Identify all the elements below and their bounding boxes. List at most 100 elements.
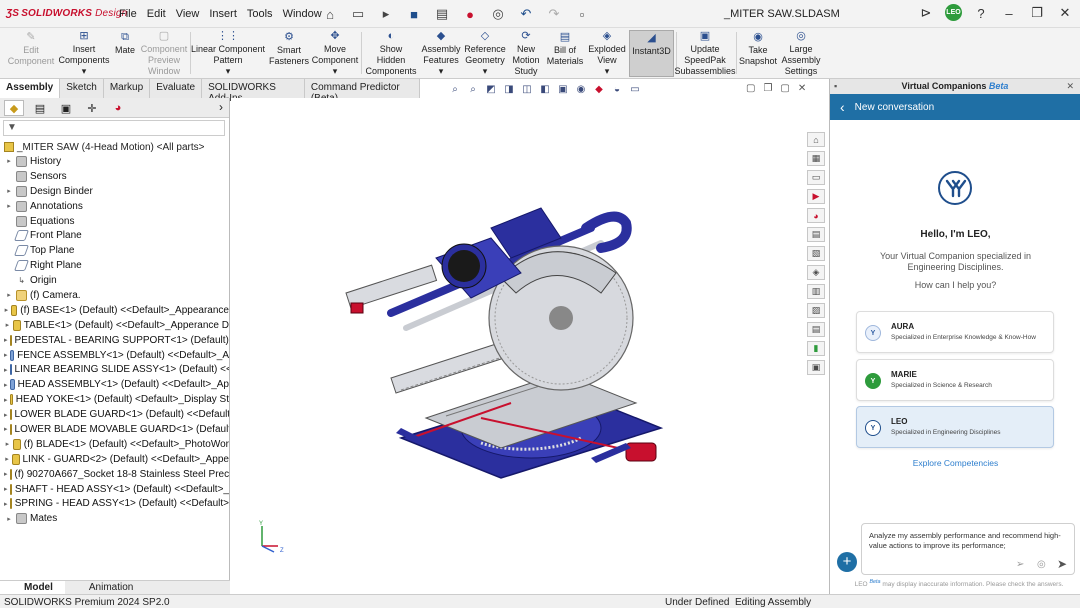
scene-icon[interactable]: ◒ xyxy=(610,82,624,96)
zoom-area-icon[interactable]: ⌕ xyxy=(466,82,480,96)
expand-arrow-icon[interactable]: ▸ xyxy=(4,411,8,419)
tree-item[interactable]: ▸ LINEAR BEARING SLIDE ASSY<1> (Default) … xyxy=(0,362,229,377)
search-commands-icon[interactable]: ⊳ xyxy=(917,4,935,22)
expand-arrow-icon[interactable]: ▸ xyxy=(4,366,8,374)
zoom-to-fit-icon[interactable]: ⌕ xyxy=(448,82,462,96)
ribbon-button-large-asm[interactable]: ◎ Large Assembly Settings xyxy=(781,30,821,77)
previous-view-icon[interactable]: ◩ xyxy=(484,82,498,96)
view-settings-icon[interactable]: ▭ xyxy=(628,82,642,96)
tree-item[interactable]: ▸ SHAFT - HEAD ASSY<1> (Default) <<Defaul… xyxy=(0,482,229,497)
options-icon[interactable]: ▫ xyxy=(572,4,592,24)
view-palette-icon[interactable]: ▶ xyxy=(807,189,825,204)
undo-icon[interactable]: ↶ xyxy=(516,4,536,24)
tree-item[interactable]: ▸ Annotations xyxy=(0,199,229,214)
notes-icon[interactable]: ▤ xyxy=(807,322,825,337)
tree-item[interactable]: ▸ (f) Camera. xyxy=(0,288,229,303)
expand-arrow-icon[interactable]: ▸ xyxy=(4,321,11,329)
expand-arrow-icon[interactable]: ▸ xyxy=(4,336,8,344)
custom-properties-icon[interactable]: ▤ xyxy=(807,227,825,242)
tab-model[interactable]: Model xyxy=(0,581,65,594)
hide-show-icon[interactable]: ◉ xyxy=(574,82,588,96)
paper-plane-icon[interactable]: ➢ xyxy=(1016,559,1024,570)
ribbon-button-exploded[interactable]: ◈ Exploded View ▾ xyxy=(587,30,627,77)
new-document-icon[interactable]: ▭ xyxy=(348,4,368,24)
expand-arrow-icon[interactable]: ▸ xyxy=(4,202,14,210)
view-orientation-icon[interactable]: ◧ xyxy=(538,82,552,96)
tab-evaluate[interactable]: Evaluate xyxy=(150,79,203,98)
tree-item[interactable]: ▸ HEAD YOKE<1> (Default) <Default>_Displa… xyxy=(0,392,229,407)
tree-item[interactable]: ▸ TABLE<1> (Default) <<Default>_Apperance… xyxy=(0,318,229,333)
forum-icon[interactable]: ▧ xyxy=(807,246,825,261)
ribbon-button-show[interactable]: ◐ Show Hidden Components xyxy=(365,30,417,77)
tab-animation[interactable]: Animation xyxy=(65,581,145,594)
expand-arrow-icon[interactable]: ▸ xyxy=(4,455,10,463)
tree-item[interactable]: ▸ Design Binder xyxy=(0,184,229,199)
ribbon-button-motion[interactable]: ⟳ New Motion Study xyxy=(510,30,542,77)
tree-root[interactable]: _MITER SAW (4-Head Motion) <All parts> xyxy=(0,138,229,154)
panel-menu-icon[interactable]: ▪ xyxy=(834,79,837,94)
chevron-right-icon[interactable]: › xyxy=(219,100,223,114)
expand-arrow-icon[interactable]: ▸ xyxy=(4,485,8,493)
menu-file[interactable]: File xyxy=(119,8,137,20)
send-icon[interactable]: ➤ xyxy=(1057,557,1067,571)
section-view-icon[interactable]: ◨ xyxy=(502,82,516,96)
settings-panel-icon[interactable]: ▣ xyxy=(807,360,825,375)
explore-competencies-link[interactable]: Explore Competencies xyxy=(830,458,1080,468)
tab-markup[interactable]: Markup xyxy=(104,79,151,98)
ribbon-button-snapshot[interactable]: ◉ Take Snapshot xyxy=(738,30,778,77)
rebuild-icon[interactable]: ● xyxy=(460,4,480,24)
ribbon-button-preview[interactable]: ▢ Component Preview Window xyxy=(140,30,188,77)
expand-arrow-icon[interactable]: ▸ xyxy=(4,187,14,195)
dynamic-annotation-icon[interactable]: ◫ xyxy=(520,82,534,96)
tree-item[interactable]: Right Plane xyxy=(0,258,229,273)
toolbox-icon[interactable]: ▨ xyxy=(807,303,825,318)
expand-arrow-icon[interactable]: ▸ xyxy=(4,396,8,404)
menu-tools[interactable]: Tools xyxy=(247,8,273,20)
file-explorer-icon[interactable]: ▭ xyxy=(807,170,825,185)
home-icon[interactable]: ⌂ xyxy=(320,4,340,24)
tab-assembly[interactable]: Assembly xyxy=(0,79,61,98)
property-manager-tab-icon[interactable]: ▤ xyxy=(30,100,50,116)
marketplace-icon[interactable]: ▥ xyxy=(807,284,825,299)
display-manager-tab-icon[interactable]: ◕ xyxy=(108,100,128,116)
feature-manager-tab-icon[interactable]: ◆ xyxy=(4,100,24,116)
menu-view[interactable]: View xyxy=(176,8,200,20)
tree-item[interactable]: Sensors xyxy=(0,169,229,184)
tree-item[interactable]: ▸ SPRING - HEAD ASSY<1> (Default) <<Defau… xyxy=(0,496,229,511)
minimize-icon[interactable]: – xyxy=(1000,4,1018,22)
help-icon[interactable]: ? xyxy=(972,4,990,22)
close-icon[interactable]: ✕ xyxy=(1056,4,1074,22)
expand-arrow-icon[interactable]: ▸ xyxy=(4,425,8,433)
microphone-icon[interactable]: ◎ xyxy=(1037,559,1046,570)
tree-item[interactable]: ▸ FENCE ASSEMBLY<1> (Default) <<Default>_… xyxy=(0,348,229,363)
expand-arrow-icon[interactable]: ▸ xyxy=(4,500,8,508)
companion-card-aura[interactable]: Y AURA Specialized in Enterprise Knowled… xyxy=(856,311,1054,353)
tile-icon[interactable]: ▢ xyxy=(746,83,755,94)
graphics-viewport[interactable] xyxy=(231,98,807,594)
tree-item[interactable]: ▸ History xyxy=(0,154,229,169)
select-icon[interactable]: ◎ xyxy=(488,4,508,24)
add-attachment-button[interactable]: + xyxy=(837,552,857,572)
tree-item[interactable]: Front Plane xyxy=(0,228,229,243)
companions-icon[interactable]: ▮ xyxy=(807,341,825,356)
ribbon-button-instant3d[interactable]: ◢ Instant3D xyxy=(629,30,674,77)
tree-item[interactable]: ▸ LINK - GUARD<2> (Default) <<Default>_Ap… xyxy=(0,452,229,467)
expand-arrow-icon[interactable]: ▸ xyxy=(4,381,8,389)
tree-item[interactable]: ▸ PEDESTAL - BEARING SUPPORT<1> (Default)… xyxy=(0,333,229,348)
tree-item[interactable]: ↳ Origin xyxy=(0,273,229,288)
tree-item[interactable]: ▸ (f) BLADE<1> (Default) <<Default>_Photo… xyxy=(0,437,229,452)
redo-icon[interactable]: ↷ xyxy=(544,4,564,24)
close-viewport-icon[interactable]: ✕ xyxy=(798,83,806,94)
tree-item[interactable]: Equations xyxy=(0,214,229,229)
3dexperience-icon[interactable]: ◈ xyxy=(807,265,825,280)
print-icon[interactable]: ▤ xyxy=(432,4,452,24)
configuration-manager-tab-icon[interactable]: ▣ xyxy=(56,100,76,116)
menu-insert[interactable]: Insert xyxy=(209,8,237,20)
design-library-icon[interactable]: ▦ xyxy=(807,151,825,166)
tree-item[interactable]: ▸ (f) 90270A667_Socket 18-8 Stainless Ste… xyxy=(0,467,229,482)
ribbon-button-mate[interactable]: ⧉ Mate xyxy=(113,30,137,77)
chat-input[interactable]: Analyze my assembly performance and reco… xyxy=(861,523,1075,575)
ribbon-button-geometry[interactable]: ◇ Reference Geometry ▾ xyxy=(464,30,506,77)
tree-item[interactable]: ▸ LOWER BLADE MOVABLE GUARD<1> (Default) xyxy=(0,422,229,437)
expand-arrow-icon[interactable]: ▸ xyxy=(4,470,8,478)
